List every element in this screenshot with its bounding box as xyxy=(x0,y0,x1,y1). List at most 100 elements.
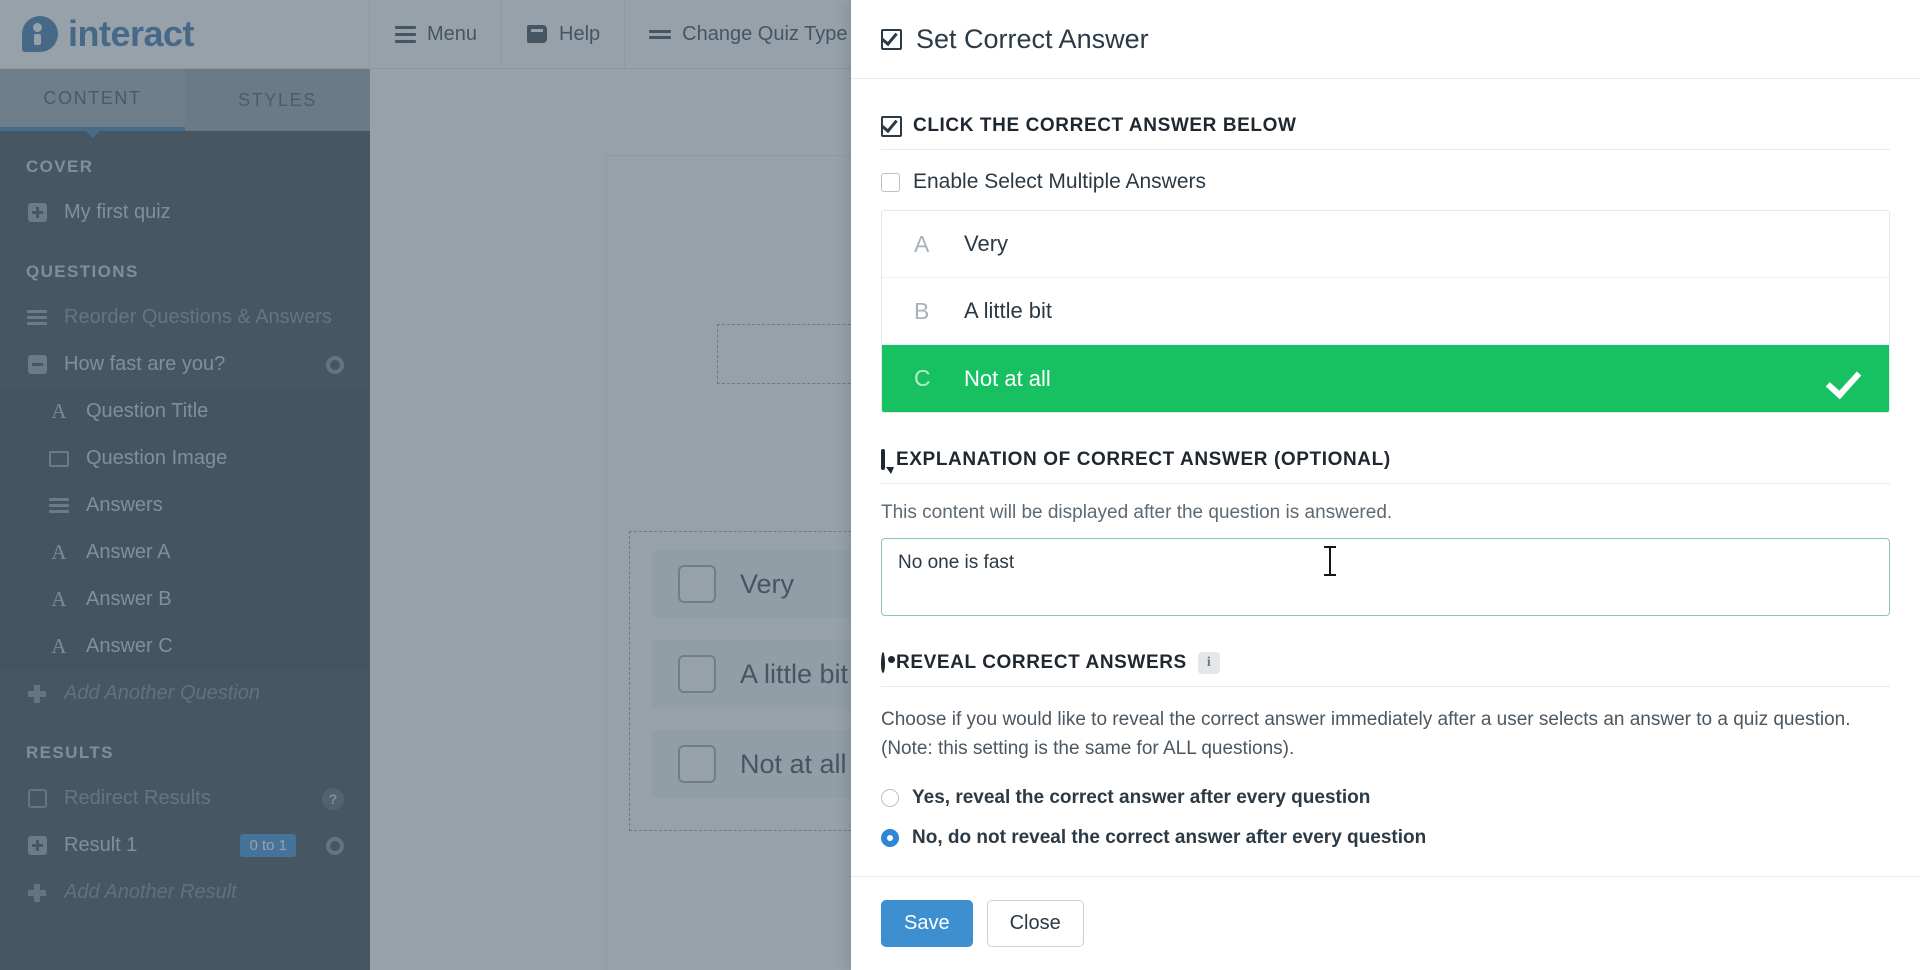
sidebar-item-my-first-quiz-label: My first quiz xyxy=(64,201,171,223)
image-icon xyxy=(48,448,70,470)
sidebar-item-question-title[interactable]: A Question Title xyxy=(0,388,370,435)
explanation-hint: This content will be displayed after the… xyxy=(881,502,1393,523)
section-title: CLICK THE CORRECT ANSWER BELOW xyxy=(913,115,1297,136)
letter-a-icon: A xyxy=(51,587,67,611)
brand-name: interact xyxy=(68,13,195,54)
sidebar-tabs: CONTENT STYLES xyxy=(0,69,370,131)
sidebar-item-question-image[interactable]: Question Image xyxy=(0,435,370,482)
sidebar-item-add-another-question-label: Add Another Question xyxy=(64,682,261,704)
bars-icon xyxy=(26,307,48,329)
answer-options-list: A Very B A little bit C Not at all xyxy=(881,210,1890,413)
gear-icon[interactable] xyxy=(326,355,344,374)
sidebar-item-answer-b-label: Answer B xyxy=(86,588,172,610)
radio-button[interactable] xyxy=(881,788,899,807)
sidebar-item-result-1-label: Result 1 xyxy=(64,834,138,856)
section-title: EXPLANATION OF CORRECT ANSWER (OPTIONAL) xyxy=(896,449,1391,470)
checkbox-checked-icon xyxy=(881,28,902,50)
reveal-description-line2: (Note: this setting is the same for ALL … xyxy=(881,738,1295,760)
sidebar-heading-results: RESULTS xyxy=(26,743,114,762)
enable-multiple-answers-row[interactable]: Enable Select Multiple Answers xyxy=(881,150,1890,210)
sidebar-item-question-title-label: Question Title xyxy=(86,400,209,422)
toolbar-item-change-quiz-type[interactable]: Change Quiz Type xyxy=(625,0,873,69)
sidebar-item-answers[interactable]: Answers xyxy=(0,482,370,529)
reveal-option-yes[interactable]: Yes, reveal the correct answer after eve… xyxy=(881,778,1890,818)
toolbar-item-menu[interactable]: Menu xyxy=(370,0,503,69)
tab-content-label: CONTENT xyxy=(43,87,142,108)
left-sidebar: CONTENT STYLES COVER My first quiz QUEST… xyxy=(0,69,370,970)
sidebar-item-my-first-quiz[interactable]: My first quiz xyxy=(0,189,370,236)
sidebar-heading-cover: COVER xyxy=(26,157,94,176)
tab-styles-label: STYLES xyxy=(238,89,317,110)
explanation-textarea[interactable] xyxy=(881,538,1890,616)
radio-button-selected[interactable] xyxy=(881,828,899,847)
sidebar-item-answer-c[interactable]: A Answer C xyxy=(0,623,370,670)
checkbox-checked-icon xyxy=(881,115,902,137)
check-icon xyxy=(1827,368,1857,390)
preview-answer-checkbox[interactable] xyxy=(678,565,716,603)
letter-a-icon: A xyxy=(51,634,67,658)
save-button[interactable]: Save xyxy=(881,900,973,947)
tab-content[interactable]: CONTENT xyxy=(0,69,185,131)
result-range-badge: 0 to 1 xyxy=(240,834,296,857)
plus-box-icon xyxy=(26,835,48,857)
toolbar-item-menu-label: Menu xyxy=(427,22,478,45)
section-title: REVEAL CORRECT ANSWERS xyxy=(896,652,1187,673)
book-icon xyxy=(526,23,548,45)
modal-body: CLICK THE CORRECT ANSWER BELOW Enable Se… xyxy=(851,79,1920,876)
answer-text: Very xyxy=(964,231,1009,256)
answer-option-c[interactable]: C Not at all xyxy=(882,345,1889,412)
eye-icon xyxy=(881,652,885,673)
close-button[interactable]: Close xyxy=(986,900,1084,947)
preview-answer-label: Very xyxy=(740,568,795,599)
preview-answer-label: A little bit xyxy=(740,658,849,689)
section-header-explanation: EXPLANATION OF CORRECT ANSWER (OPTIONAL) xyxy=(881,413,1890,484)
preview-answer-label: Not at all xyxy=(740,748,847,779)
letter-a-icon: A xyxy=(51,399,67,423)
gear-icon[interactable] xyxy=(326,836,344,855)
answer-letter: A xyxy=(914,230,930,257)
toolbar-item-help[interactable]: Help xyxy=(502,0,626,69)
list-icon xyxy=(48,495,70,517)
sidebar-heading-questions: QUESTIONS xyxy=(26,262,139,281)
reveal-option-no-label: No, do not reveal the correct answer aft… xyxy=(912,826,1427,848)
hamburger-icon xyxy=(394,23,416,45)
help-icon[interactable]: ? xyxy=(322,787,344,810)
plus-box-icon xyxy=(26,202,48,224)
external-link-icon xyxy=(26,788,48,810)
sidebar-item-answer-a[interactable]: A Answer A xyxy=(0,529,370,576)
sidebar-item-question[interactable]: How fast are you? xyxy=(0,341,370,388)
toolbar-item-help-label: Help xyxy=(559,22,601,45)
answer-letter: C xyxy=(914,365,931,391)
sidebar-item-answer-a-label: Answer A xyxy=(86,541,171,563)
sidebar-item-add-another-result[interactable]: Add Another Result xyxy=(0,869,370,916)
sidebar-item-reorder-label: Reorder Questions & Answers xyxy=(64,306,332,328)
set-correct-answer-modal: Set Correct Answer CLICK THE CORRECT ANS… xyxy=(851,0,1920,970)
interact-logo-icon xyxy=(22,16,58,52)
sidebar-item-question-image-label: Question Image xyxy=(86,447,228,469)
sidebar-item-redirect-results-label: Redirect Results xyxy=(64,787,211,809)
tab-styles[interactable]: STYLES xyxy=(185,69,370,131)
sidebar-item-reorder[interactable]: Reorder Questions & Answers xyxy=(0,294,370,341)
sidebar-item-answers-label: Answers xyxy=(86,494,163,516)
sidebar-item-answer-c-label: Answer C xyxy=(86,635,173,657)
answer-text: A little bit xyxy=(964,298,1053,323)
sidebar-item-add-another-question[interactable]: Add Another Question xyxy=(0,670,370,717)
answer-letter: B xyxy=(914,297,930,324)
info-icon[interactable]: i xyxy=(1197,652,1220,674)
answer-option-b[interactable]: B A little bit xyxy=(882,278,1889,345)
sidebar-item-result-1[interactable]: Result 1 0 to 1 xyxy=(0,822,370,869)
preview-answer-checkbox[interactable] xyxy=(678,655,716,693)
sidebar-item-add-another-result-label: Add Another Result xyxy=(64,881,237,903)
sidebar-item-answer-b[interactable]: A Answer B xyxy=(0,576,370,623)
speech-bubble-icon xyxy=(881,449,885,470)
enable-multiple-answers-checkbox[interactable] xyxy=(881,172,900,192)
preview-answer-checkbox[interactable] xyxy=(678,745,716,783)
answer-option-a[interactable]: A Very xyxy=(882,211,1889,278)
section-header-reveal-answers: REVEAL CORRECT ANSWERS i xyxy=(881,616,1890,687)
sidebar-item-redirect-results[interactable]: Redirect Results ? xyxy=(0,775,370,822)
reveal-option-no[interactable]: No, do not reveal the correct answer aft… xyxy=(881,818,1890,858)
reveal-option-yes-label: Yes, reveal the correct answer after eve… xyxy=(912,786,1371,808)
brand-logo[interactable]: interact xyxy=(0,0,370,69)
text-cursor xyxy=(1324,546,1336,576)
modal-title: Set Correct Answer xyxy=(916,23,1149,54)
